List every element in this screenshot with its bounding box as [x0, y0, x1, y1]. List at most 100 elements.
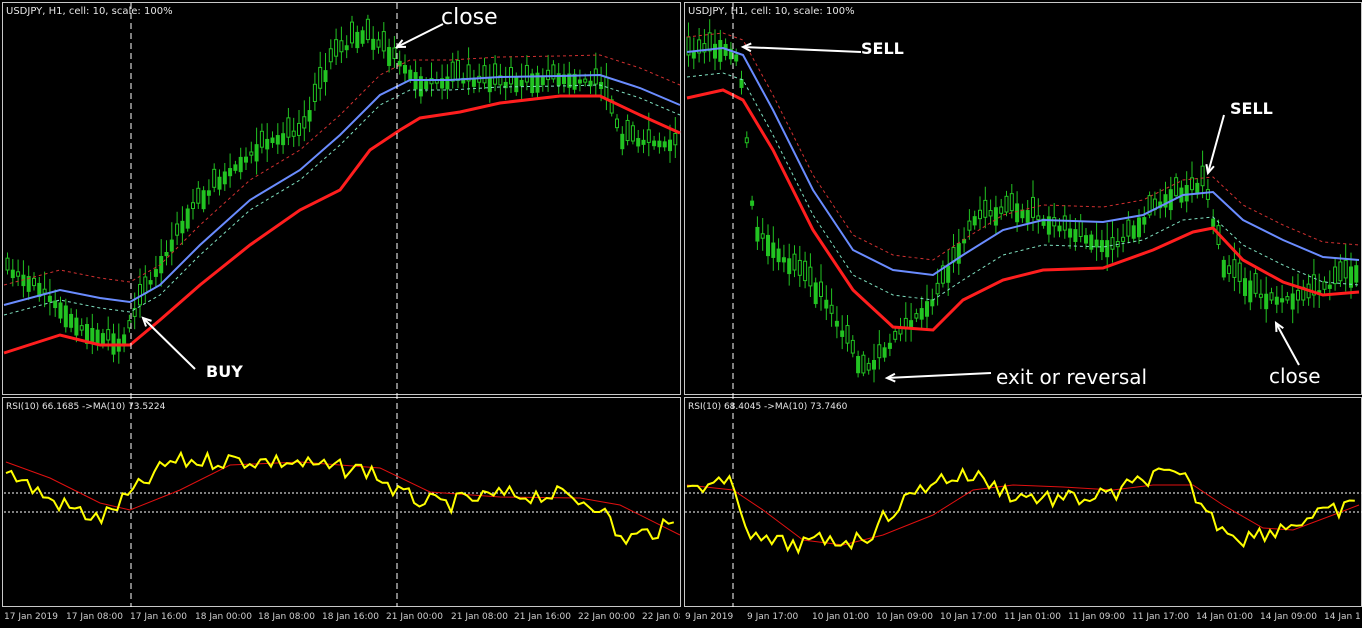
candle-body [808, 266, 813, 287]
candle-body [90, 328, 95, 343]
candle-body [270, 137, 275, 144]
left-chart-canvas [3, 3, 681, 607]
candle-body [450, 61, 455, 82]
right-time-tick: 10 Jan 09:00 [876, 612, 933, 622]
candle-body [1354, 265, 1359, 283]
candle-body [106, 329, 111, 341]
candle-body [1121, 236, 1126, 242]
rsi-ma-line [686, 484, 1360, 546]
candle-body [662, 141, 667, 148]
right-rsi-header: RSI(10) 68.4045 ->MA(10) 73.7460 [688, 402, 848, 412]
candle-body [620, 133, 625, 150]
candle-body [1264, 293, 1269, 310]
candle-body [739, 78, 744, 88]
candle-body [1025, 210, 1030, 223]
candle-body [191, 202, 195, 210]
candle-body [930, 299, 935, 307]
candle-body [1285, 296, 1290, 301]
candle-body [1078, 220, 1083, 237]
candle-body [1296, 289, 1300, 301]
candle-body [819, 281, 823, 298]
candle-body [318, 66, 323, 89]
candle-body [524, 64, 529, 83]
left-time-tick: 21 Jan 08:00 [451, 612, 508, 622]
candle-body [16, 271, 21, 277]
left-chart-window[interactable]: USDJPY, H1, cell: 10, scale: 100% RSI(10… [0, 0, 683, 628]
candle-body [424, 81, 429, 90]
candle-body [153, 269, 158, 277]
candle-body [32, 277, 36, 287]
candle-body [1084, 235, 1088, 244]
right-time-tick: 11 Jan 17:00 [1132, 612, 1189, 622]
candle-body [1094, 239, 1099, 248]
candle-body [297, 122, 301, 136]
candle-body [291, 130, 296, 137]
candle-body [79, 325, 84, 331]
candle-body [487, 77, 492, 93]
candle-body [238, 156, 243, 173]
right-sell-label-1: SELL [861, 39, 904, 58]
candle-body [286, 117, 291, 138]
right-time-tick: 10 Jan 01:00 [812, 612, 869, 622]
left-time-tick: 22 Jan 00:00 [578, 612, 635, 622]
candle-body [1004, 195, 1009, 213]
candle-body [328, 48, 333, 63]
right-time-tick: 11 Jan 09:00 [1068, 612, 1125, 622]
candle-body [909, 320, 914, 329]
candle-body [1221, 259, 1226, 278]
candle-body [275, 135, 280, 145]
rsi-line [686, 466, 1355, 555]
envelope-upper [3, 54, 681, 286]
candle-body [919, 308, 924, 320]
candle-body [143, 276, 148, 294]
candle-body [1322, 281, 1327, 290]
candle-body [339, 40, 344, 53]
candle-body [646, 129, 651, 143]
candle-body [787, 258, 792, 275]
left-time-tick: 18 Jan 16:00 [322, 612, 379, 622]
candle-body [718, 39, 723, 62]
candle-body [265, 138, 270, 150]
candle-body [1232, 259, 1237, 278]
left-symbol-header: USDJPY, H1, cell: 10, scale: 100% [6, 6, 173, 17]
candle-body [5, 257, 10, 271]
left-time-tick: 18 Jan 00:00 [195, 612, 252, 622]
candle-body [376, 39, 381, 48]
candle-body [750, 200, 755, 206]
candle-body [845, 325, 850, 344]
candle-body [365, 18, 370, 41]
candle-body [760, 233, 765, 239]
left-time-tick: 21 Jan 00:00 [386, 612, 443, 622]
candle-body [1253, 273, 1258, 294]
candle-body [206, 190, 211, 196]
candle-body [1142, 217, 1147, 225]
candle-body [281, 133, 286, 146]
right-chart-window[interactable]: USDJPY, H1, cell: 10, scale: 100% RSI(10… [683, 0, 1362, 628]
ma-fast-line [3, 73, 681, 306]
candle-body [850, 339, 855, 354]
candle-body [1052, 217, 1057, 227]
candle-body [797, 259, 802, 276]
candle-body [1211, 218, 1216, 227]
candle-body [1057, 225, 1062, 232]
candle-body [866, 362, 871, 371]
right-time-tick: 9 Jan 17:00 [747, 612, 799, 622]
candle-body [403, 64, 407, 74]
candle-body [1258, 293, 1263, 298]
candle-body [201, 190, 206, 210]
candle-body [456, 59, 460, 81]
candle-body [350, 21, 354, 44]
candle-body [734, 54, 739, 62]
candle-body [1073, 229, 1078, 242]
left-time-tick: 17 Jan 2019 [4, 612, 58, 622]
candle-body [254, 144, 259, 162]
candle-body [776, 248, 781, 263]
candle-body [10, 269, 15, 279]
candle-body [813, 282, 818, 305]
left-close-label: close [441, 5, 498, 30]
candle-body [233, 164, 238, 171]
right-chart-canvas [685, 3, 1362, 607]
right-time-tick: 14 Jan 17:00 [1324, 612, 1360, 622]
candle-body [392, 47, 397, 60]
left-buy-label: BUY [206, 362, 243, 381]
